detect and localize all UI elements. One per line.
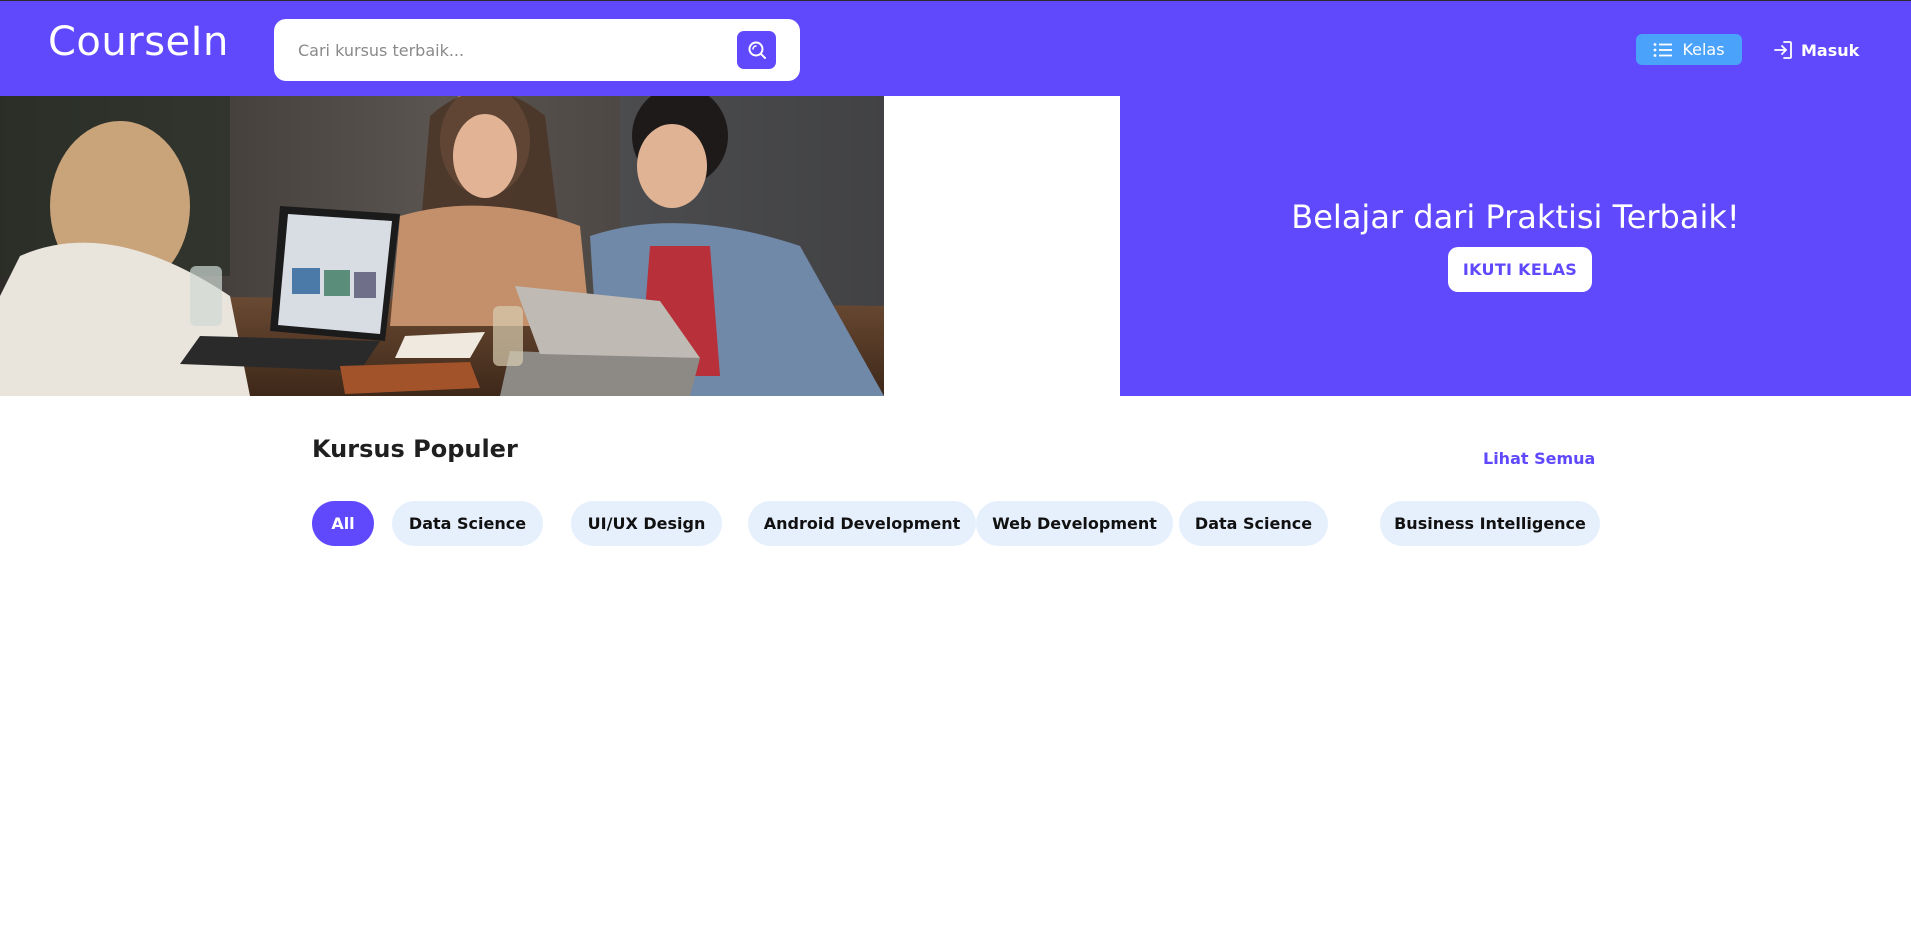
students-studying-photo [0,96,884,396]
filter-chip-ui-ux-design[interactable]: UI/UX Design [571,501,722,546]
hero-title: Belajar dari Praktisi Terbaik! [1291,198,1740,236]
kelas-button[interactable]: Kelas [1636,34,1742,65]
masuk-label: Masuk [1801,40,1860,60]
search-input[interactable] [298,19,718,81]
list-icon [1654,42,1673,57]
site-header: CourseIn Kelas Masuk [0,1,1911,96]
login-icon [1774,41,1792,59]
masuk-button[interactable]: Masuk [1773,37,1859,63]
filter-chip-web-development[interactable]: Web Development [976,501,1173,546]
filter-chip-all[interactable]: All [312,501,374,546]
section-title: Kursus Populer [312,435,518,463]
search-bar [274,19,800,81]
logo[interactable]: CourseIn [48,19,229,65]
kelas-label: Kelas [1682,40,1725,59]
filter-chip-data-science-2[interactable]: Data Science [1179,501,1328,546]
filter-chip-android-development[interactable]: Android Development [748,501,976,546]
see-all-link[interactable]: Lihat Semua [1483,449,1595,468]
hero-image [0,96,884,396]
filter-chip-data-science[interactable]: Data Science [392,501,543,546]
filter-chip-business-intelligence[interactable]: Business Intelligence [1380,501,1600,546]
hero-panel: Belajar dari Praktisi Terbaik! IKUTI KEL… [1120,96,1911,396]
search-icon [748,41,766,59]
search-button[interactable] [737,31,776,69]
ikuti-kelas-button[interactable]: IKUTI KELAS [1448,247,1592,292]
